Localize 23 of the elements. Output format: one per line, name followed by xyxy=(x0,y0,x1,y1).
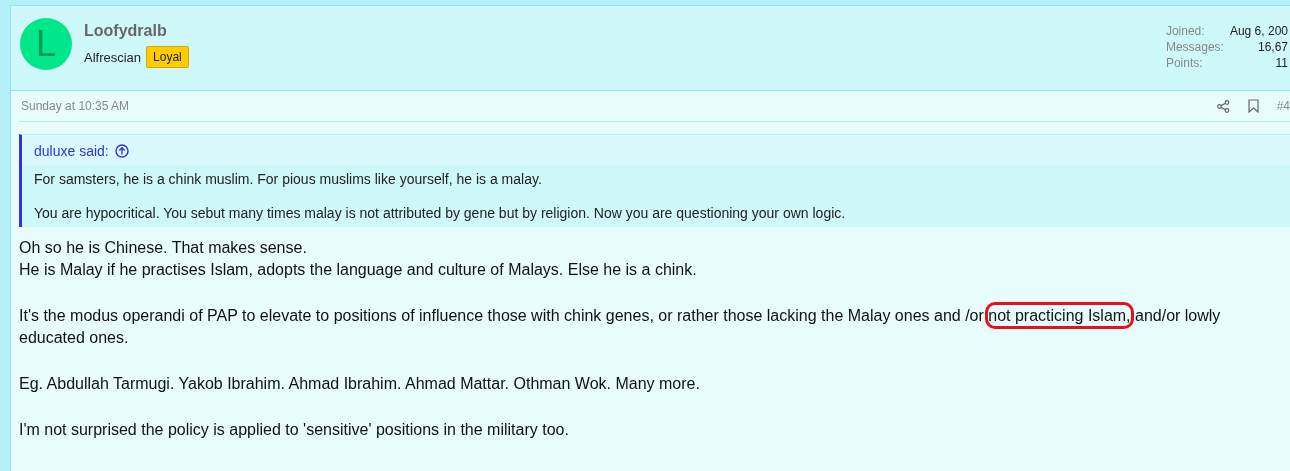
stat-label: Points: xyxy=(1165,56,1204,70)
quote-text: You are hypocritical. You sebut many times malay is not attributed by gene but by religion. Now you are questioning your own logic. xyxy=(34,205,847,221)
user-badge: Loyal xyxy=(146,46,189,68)
post-text: Eg. Abdullah Tarmugi. Yakob Ibrahim. Ahmad Ibrahim. Ahmad Mattar. Othman Wok. Many more. xyxy=(19,374,701,394)
bookmark-icon[interactable] xyxy=(1247,99,1259,113)
post-time[interactable]: Sunday at 10:35 AM xyxy=(21,99,130,113)
post-number[interactable]: #4 xyxy=(1276,99,1290,113)
post-text: I'm not surprised the policy is applied to 'sensitive' positions in the military too. xyxy=(19,420,570,440)
arrow-up-icon[interactable] xyxy=(114,144,129,158)
username[interactable]: Loofydralb xyxy=(84,22,189,40)
stat-value: Aug 6, 200 xyxy=(1229,24,1288,38)
stat-value: 16,67 xyxy=(1256,40,1288,54)
stat-label: Messages: xyxy=(1165,40,1224,54)
post-text: It's the modus operandi of PAP to elevate to positions of influence those with chink genes, or rather those lacking the Malay ones and /or not practicing Islam, and/or lowly educated ones. xyxy=(19,305,1290,349)
stat-label: Joined: xyxy=(1165,24,1206,38)
quote-text: For samsters, he is a chink muslim. For pious muslims like yourself, he is a malay. xyxy=(34,171,543,187)
stat-value: 11 xyxy=(1274,56,1288,70)
quote-attribution[interactable]: duluxe said: xyxy=(34,143,109,159)
share-icon[interactable] xyxy=(1216,99,1230,113)
post-text: He is Malay if he practises Islam, adopts the language and culture of Malays. Else he is a chink. xyxy=(19,260,698,280)
avatar[interactable]: L xyxy=(20,18,72,70)
post-text: Oh so he is Chinese. That makes sense. xyxy=(19,238,308,258)
user-title: Alfrescian xyxy=(84,49,142,65)
